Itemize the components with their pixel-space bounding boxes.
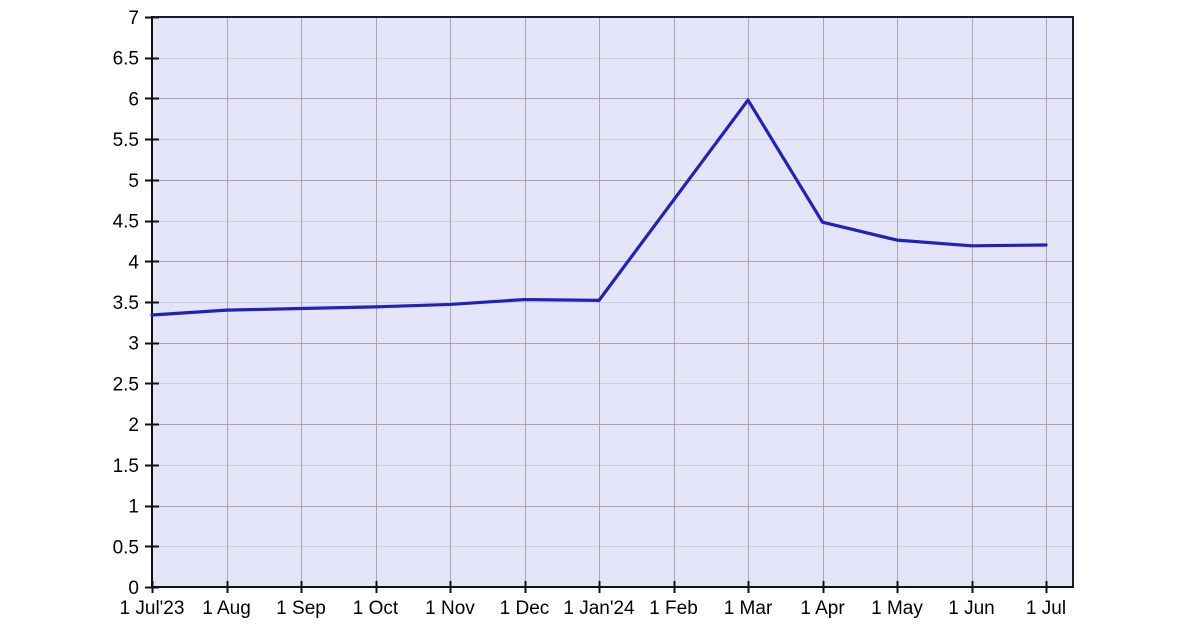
y-axis-tick-label: 5 (128, 171, 139, 192)
x-axis-tick-label: 1 Mar (724, 598, 773, 619)
x-axis-tick-label: 1 May (871, 598, 923, 619)
x-axis-tick-label: 1 Feb (649, 598, 698, 619)
line-chart: 0 0.5 1 1.5 2 2.5 3 3.5 4 4.5 5 5.5 6 6.5 7 1 Jul'23 1 … (0, 0, 1200, 630)
y-axis-tick-label: 0 (128, 578, 139, 599)
x-axis-tick-label: 1 Apr (800, 598, 845, 619)
y-axis-tick-label: 5.5 (113, 130, 139, 151)
x-axis-tick-label: 1 Jul (1026, 598, 1066, 619)
y-axis-tick-label: 6 (128, 89, 139, 110)
x-axis-tick-label: 1 Jun (948, 598, 994, 619)
y-axis-tick-label: 2 (128, 415, 139, 436)
y-axis-tick-label: 1 (128, 497, 139, 518)
y-axis-tick-label: 7 (128, 8, 139, 29)
chart-container: 0 0.5 1 1.5 2 2.5 3 3.5 4 4.5 5 5.5 6 6.5 7 1 Jul'23 1 … (0, 0, 1200, 630)
y-axis-tick-label: 4 (128, 252, 139, 273)
x-axis-tick-label: 1 Nov (425, 598, 475, 619)
y-axis-tick-label: 3.5 (113, 293, 139, 314)
x-axis-tick-label: 1 Aug (202, 598, 251, 619)
y-axis-tick-label: 3 (128, 334, 139, 355)
y-axis-tick-label: 0.5 (113, 537, 139, 558)
x-axis-tick-label: 1 Sep (276, 598, 326, 619)
x-axis-tick-label: 1 Jul'23 (120, 598, 185, 619)
x-axis-tick-label: 1 Dec (500, 598, 550, 619)
y-axis-tick-label: 6.5 (113, 49, 139, 70)
y-axis-tick-label: 2.5 (113, 374, 139, 395)
x-axis-tick-label: 1 Jan'24 (563, 598, 635, 619)
y-axis-tick-label: 1.5 (113, 456, 139, 477)
x-axis-tick-label: 1 Oct (353, 598, 399, 619)
y-axis-tick-label: 4.5 (113, 212, 139, 233)
